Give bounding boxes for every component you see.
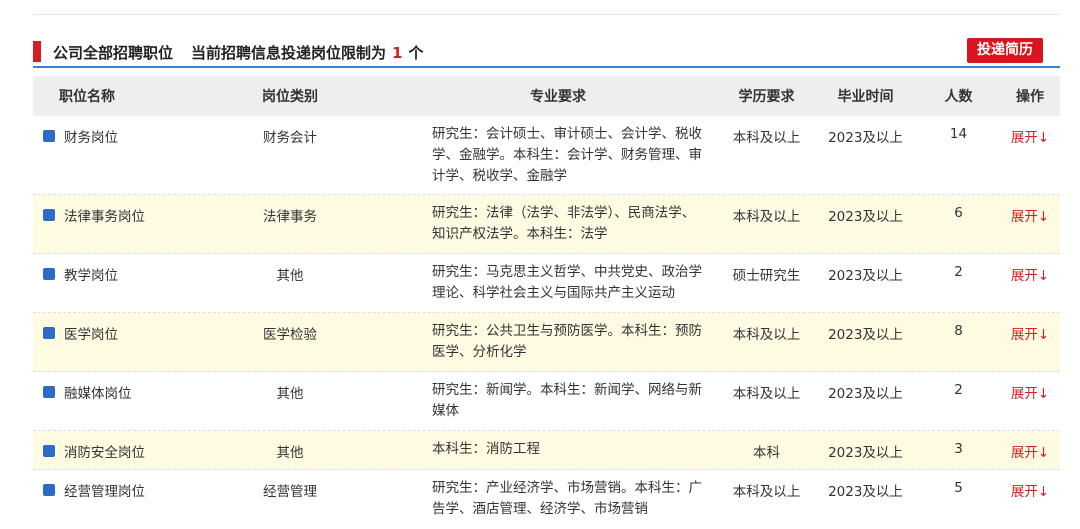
apply-limit-note: 当前招聘信息投递岗位限制为 1 个 bbox=[191, 42, 423, 63]
job-count: 3 bbox=[954, 441, 963, 457]
col-job-name: 职位名称 bbox=[59, 89, 115, 105]
job-graduation: 2023及以上 bbox=[828, 268, 903, 284]
job-name: 教学岗位 bbox=[64, 268, 118, 284]
job-name: 消防安全岗位 bbox=[64, 445, 145, 461]
job-major: 研究生：会计硕士、审计硕士、会计学、税收学、金融学。本科生：会计学、财务管理、审… bbox=[432, 126, 702, 184]
table-row: 财务岗位 财务会计 研究生：会计硕士、审计硕士、会计学、税收学、金融学。本科生：… bbox=[33, 116, 1060, 195]
job-education: 本科及以上 bbox=[732, 386, 801, 402]
table-row: 法律事务岗位 法律事务 研究生：法律（法学、非法学）、民商法学、知识产权法学。本… bbox=[33, 195, 1060, 254]
job-graduation: 2023及以上 bbox=[828, 130, 903, 146]
expand-link[interactable]: 展开↓ bbox=[1000, 470, 1060, 529]
bullet-square-icon bbox=[43, 209, 55, 221]
top-divider bbox=[33, 14, 1060, 15]
job-category: 法律事务 bbox=[263, 209, 317, 225]
job-education: 本科 bbox=[753, 445, 780, 461]
job-education: 本科及以上 bbox=[732, 130, 801, 146]
job-major: 研究生：产业经济学、市场营销。本科生：广告学、酒店管理、经济学、市场营销 bbox=[432, 480, 702, 517]
job-name-cell: 经营管理岗位 bbox=[33, 470, 183, 529]
job-name-cell: 财务岗位 bbox=[33, 116, 183, 194]
limit-suffix: 个 bbox=[408, 44, 424, 62]
job-name: 法律事务岗位 bbox=[64, 209, 145, 225]
limit-prefix: 当前招聘信息投递岗位限制为 bbox=[191, 44, 387, 62]
job-major: 研究生：马克思主义哲学、中共党史、政治学理论、科学社会主义与国际共产主义运动 bbox=[432, 264, 702, 301]
table-row: 消防安全岗位 其他 本科生：消防工程 本科 2023及以上 3 展开↓ bbox=[33, 431, 1060, 470]
job-education: 本科及以上 bbox=[732, 327, 801, 343]
table-header: 职位名称 岗位类别 专业要求 学历要求 毕业时间 人数 操作 bbox=[33, 76, 1060, 116]
expand-link[interactable]: 展开↓ bbox=[1000, 431, 1060, 469]
bullet-square-icon bbox=[43, 386, 55, 398]
job-graduation: 2023及以上 bbox=[828, 445, 903, 461]
job-name-cell: 教学岗位 bbox=[33, 254, 183, 312]
job-name: 财务岗位 bbox=[64, 130, 118, 146]
section-title: 公司全部招聘职位 bbox=[53, 44, 174, 62]
expand-link[interactable]: 展开↓ bbox=[1000, 116, 1060, 194]
job-name-cell: 法律事务岗位 bbox=[33, 195, 183, 253]
job-name-cell: 医学岗位 bbox=[33, 313, 183, 371]
expand-link[interactable]: 展开↓ bbox=[1000, 372, 1060, 430]
job-count: 2 bbox=[954, 382, 963, 398]
job-major: 研究生：法律（法学、非法学）、民商法学、知识产权法学。本科生：法学 bbox=[432, 205, 696, 242]
bullet-square-icon bbox=[43, 327, 55, 339]
section-header: 公司全部招聘职位 当前招聘信息投递岗位限制为 1 个 投递简历 bbox=[33, 36, 1060, 68]
bullet-square-icon bbox=[43, 445, 55, 457]
col-major: 专业要求 bbox=[530, 89, 586, 105]
jobs-table: 职位名称 岗位类别 专业要求 学历要求 毕业时间 人数 操作 财务岗位 财务会计… bbox=[33, 76, 1060, 529]
bullet-square-icon bbox=[43, 130, 55, 142]
section-marker bbox=[33, 41, 41, 62]
table-row: 融媒体岗位 其他 研究生：新闻学。本科生：新闻学、网络与新媒体 本科及以上 20… bbox=[33, 372, 1060, 431]
bullet-square-icon bbox=[43, 268, 55, 280]
col-count: 人数 bbox=[944, 89, 973, 105]
job-count: 6 bbox=[954, 205, 963, 221]
job-name-cell: 消防安全岗位 bbox=[33, 431, 183, 469]
job-name: 融媒体岗位 bbox=[64, 386, 132, 402]
job-name: 医学岗位 bbox=[64, 327, 118, 343]
bullet-square-icon bbox=[43, 484, 55, 496]
col-action: 操作 bbox=[1016, 89, 1044, 105]
job-graduation: 2023及以上 bbox=[828, 484, 903, 500]
job-category: 其他 bbox=[276, 445, 304, 461]
job-education: 本科及以上 bbox=[732, 209, 801, 225]
submit-resume-button[interactable]: 投递简历 bbox=[967, 38, 1043, 63]
job-graduation: 2023及以上 bbox=[828, 386, 903, 402]
job-name-cell: 融媒体岗位 bbox=[33, 372, 183, 430]
table-row: 医学岗位 医学检验 研究生：公共卫生与预防医学。本科生：预防医学、分析化学 本科… bbox=[33, 313, 1060, 372]
job-graduation: 2023及以上 bbox=[828, 327, 903, 343]
job-category: 其他 bbox=[276, 386, 304, 402]
job-education: 本科及以上 bbox=[732, 484, 801, 500]
expand-link[interactable]: 展开↓ bbox=[1000, 313, 1060, 371]
job-major: 研究生：新闻学。本科生：新闻学、网络与新媒体 bbox=[432, 382, 702, 419]
job-category: 财务会计 bbox=[263, 130, 317, 146]
job-count: 8 bbox=[954, 323, 963, 339]
job-category: 其他 bbox=[276, 268, 304, 284]
job-category: 医学检验 bbox=[263, 327, 317, 343]
job-name: 经营管理岗位 bbox=[64, 484, 145, 500]
expand-link[interactable]: 展开↓ bbox=[1000, 254, 1060, 312]
col-graduation: 毕业时间 bbox=[837, 89, 894, 105]
job-education: 硕士研究生 bbox=[732, 268, 801, 284]
job-category: 经营管理 bbox=[263, 484, 317, 500]
table-row: 经营管理岗位 经营管理 研究生：产业经济学、市场营销。本科生：广告学、酒店管理、… bbox=[33, 470, 1060, 529]
expand-link[interactable]: 展开↓ bbox=[1000, 195, 1060, 253]
limit-count: 1 bbox=[392, 44, 403, 62]
table-row: 教学岗位 其他 研究生：马克思主义哲学、中共党史、政治学理论、科学社会主义与国际… bbox=[33, 254, 1060, 313]
job-major: 本科生：消防工程 bbox=[432, 441, 540, 457]
job-count: 14 bbox=[949, 126, 968, 142]
job-major: 研究生：公共卫生与预防医学。本科生：预防医学、分析化学 bbox=[432, 323, 702, 360]
col-education: 学历要求 bbox=[738, 89, 795, 105]
job-count: 2 bbox=[954, 264, 963, 280]
col-category: 岗位类别 bbox=[262, 89, 318, 105]
job-count: 5 bbox=[954, 480, 963, 496]
job-graduation: 2023及以上 bbox=[828, 209, 903, 225]
